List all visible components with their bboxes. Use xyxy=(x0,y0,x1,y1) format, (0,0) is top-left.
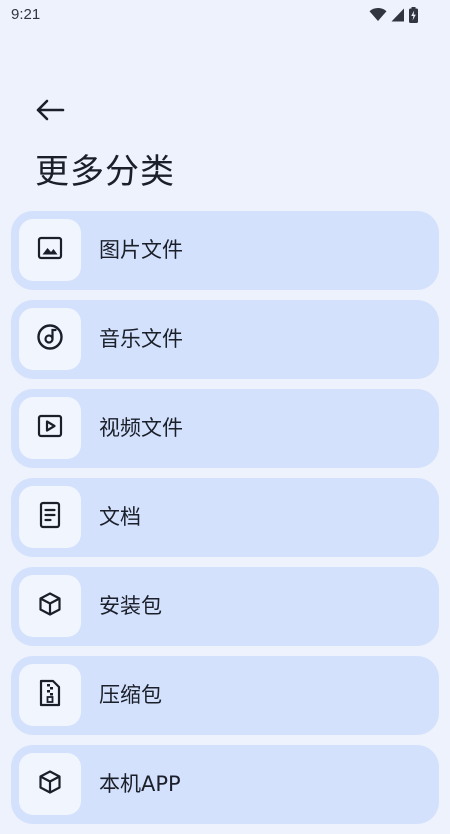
icon-container xyxy=(19,397,81,459)
category-item-music[interactable]: 音乐文件 xyxy=(11,300,439,379)
category-label: 文档 xyxy=(99,505,141,529)
signal-icon xyxy=(391,8,405,22)
app-cube-icon xyxy=(37,769,63,799)
status-time: 9:21 xyxy=(11,6,41,23)
page-title: 更多分类 xyxy=(35,152,175,192)
battery-icon xyxy=(409,7,418,23)
category-label: 视频文件 xyxy=(99,416,183,440)
icon-container xyxy=(19,308,81,370)
icon-container xyxy=(19,753,81,815)
back-button[interactable] xyxy=(30,92,70,132)
icon-container xyxy=(19,575,81,637)
category-label: 音乐文件 xyxy=(99,327,183,351)
music-disc-icon xyxy=(36,323,64,355)
category-item-documents[interactable]: 文档 xyxy=(11,478,439,557)
category-label: 图片文件 xyxy=(99,238,183,262)
category-label: 压缩包 xyxy=(99,683,162,707)
category-list: 图片文件 音乐文件 视频文件 文档 安装包 压缩包 本机APP xyxy=(11,211,439,834)
category-label: 本机APP xyxy=(99,772,181,796)
category-item-archives[interactable]: 压缩包 xyxy=(11,656,439,735)
arrow-left-icon xyxy=(35,99,65,125)
category-item-local-apps[interactable]: 本机APP xyxy=(11,745,439,824)
document-icon xyxy=(38,501,62,533)
package-cube-icon xyxy=(37,591,63,621)
status-icons xyxy=(369,6,418,24)
zip-archive-icon xyxy=(38,679,62,711)
image-icon xyxy=(37,235,63,265)
category-item-packages[interactable]: 安装包 xyxy=(11,567,439,646)
video-play-icon xyxy=(37,413,63,443)
icon-container xyxy=(19,664,81,726)
category-item-images[interactable]: 图片文件 xyxy=(11,211,439,290)
icon-container xyxy=(19,486,81,548)
category-item-videos[interactable]: 视频文件 xyxy=(11,389,439,468)
icon-container xyxy=(19,219,81,281)
category-label: 安装包 xyxy=(99,594,162,618)
status-bar: 9:21 xyxy=(0,0,450,30)
wifi-icon xyxy=(369,8,387,22)
